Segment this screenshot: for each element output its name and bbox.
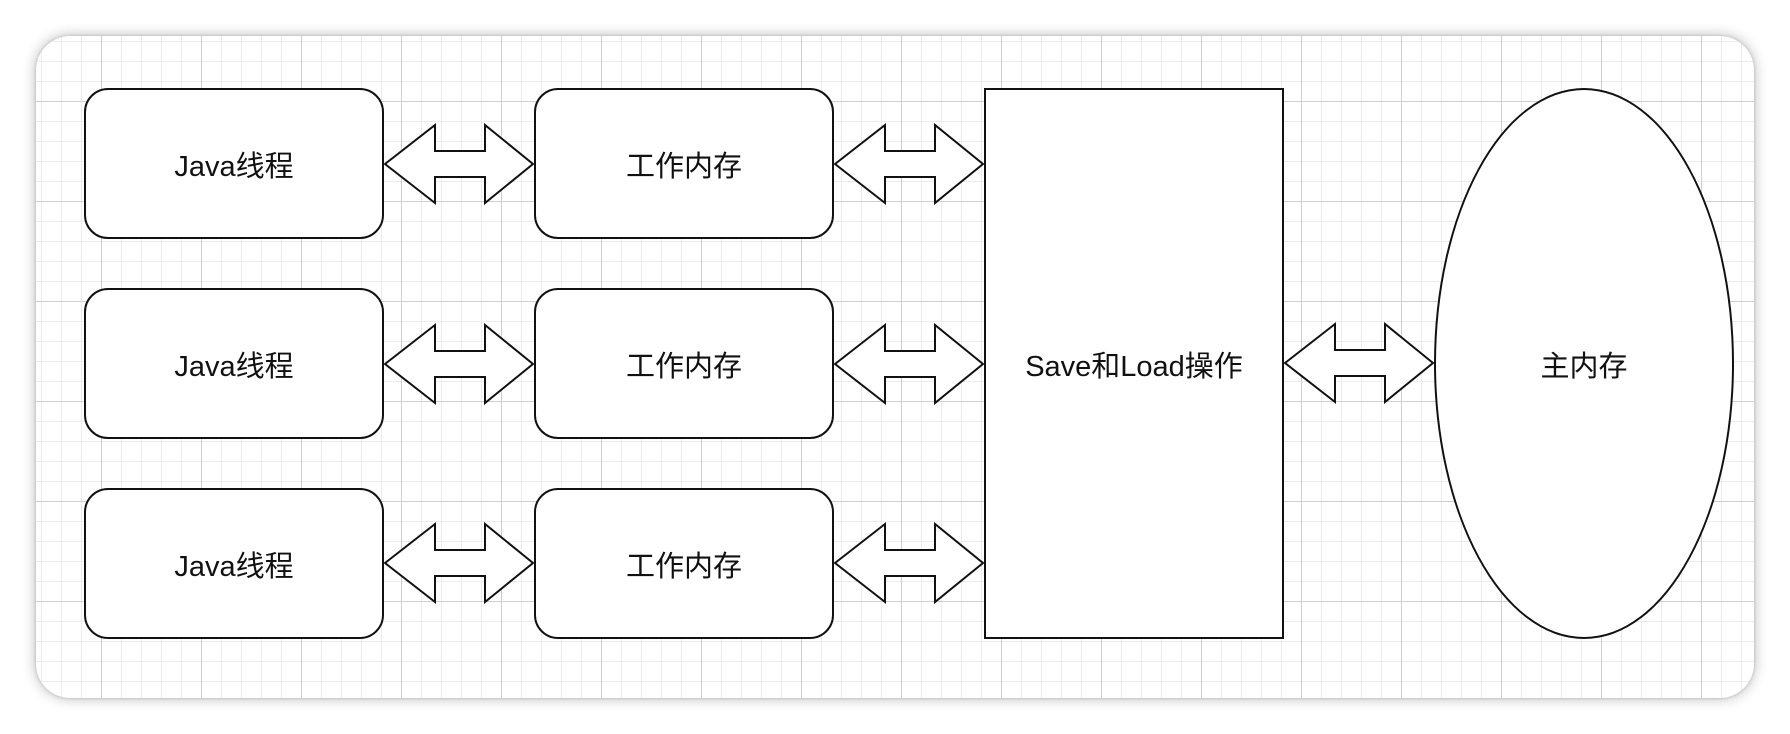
connector-layer <box>383 122 1435 605</box>
double-arrow-wmem1-saveload <box>833 122 985 206</box>
double-arrow-thread2-wmem2 <box>383 322 535 406</box>
double-arrow-thread1-wmem1 <box>383 122 535 206</box>
double-arrow-saveload-mainmem <box>1283 321 1435 405</box>
double-arrow-thread3-wmem3 <box>383 521 535 605</box>
double-arrow-wmem3-saveload <box>833 521 985 605</box>
double-arrow-wmem2-saveload <box>833 322 985 406</box>
